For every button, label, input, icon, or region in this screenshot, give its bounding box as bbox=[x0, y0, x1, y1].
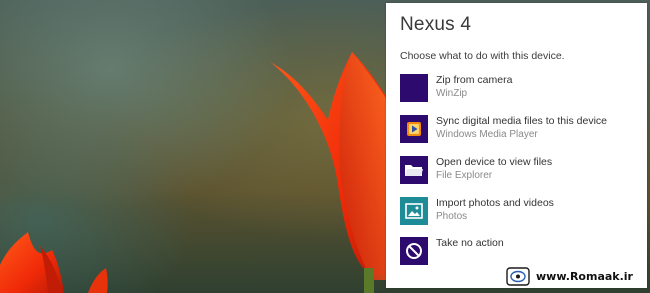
option-zip-from-camera[interactable]: Zip from camera WinZip bbox=[400, 74, 632, 104]
romaak-logo-icon bbox=[506, 267, 530, 286]
option-app: File Explorer bbox=[436, 170, 493, 181]
watermark-text: www.Romaak.ir bbox=[536, 270, 633, 283]
option-label: Sync digital media files to this device bbox=[436, 115, 607, 127]
autoplay-panel: Nexus 4 Choose what to do with this devi… bbox=[386, 3, 647, 288]
windows-media-player-icon bbox=[400, 115, 428, 143]
device-title: Nexus 4 bbox=[400, 14, 472, 35]
winzip-icon bbox=[400, 74, 428, 102]
no-action-icon bbox=[400, 237, 428, 265]
option-app: Photos bbox=[436, 211, 468, 222]
option-take-no-action[interactable]: Take no action bbox=[400, 237, 632, 267]
panel-subtitle: Choose what to do with this device. bbox=[400, 50, 565, 62]
option-app: WinZip bbox=[436, 88, 468, 99]
option-label: Zip from camera bbox=[436, 74, 513, 86]
option-sync-media[interactable]: Sync digital media files to this device … bbox=[400, 115, 632, 145]
folder-icon bbox=[400, 156, 428, 184]
option-label: Open device to view files bbox=[436, 156, 553, 168]
option-label: Import photos and videos bbox=[436, 197, 554, 209]
photos-icon bbox=[400, 197, 428, 225]
watermark: www.Romaak.ir bbox=[503, 266, 647, 288]
option-app: Windows Media Player bbox=[436, 129, 538, 140]
option-import-photos[interactable]: Import photos and videos Photos bbox=[400, 197, 632, 227]
option-open-device[interactable]: Open device to view files File Explorer bbox=[400, 156, 632, 186]
option-label: Take no action bbox=[436, 237, 504, 249]
